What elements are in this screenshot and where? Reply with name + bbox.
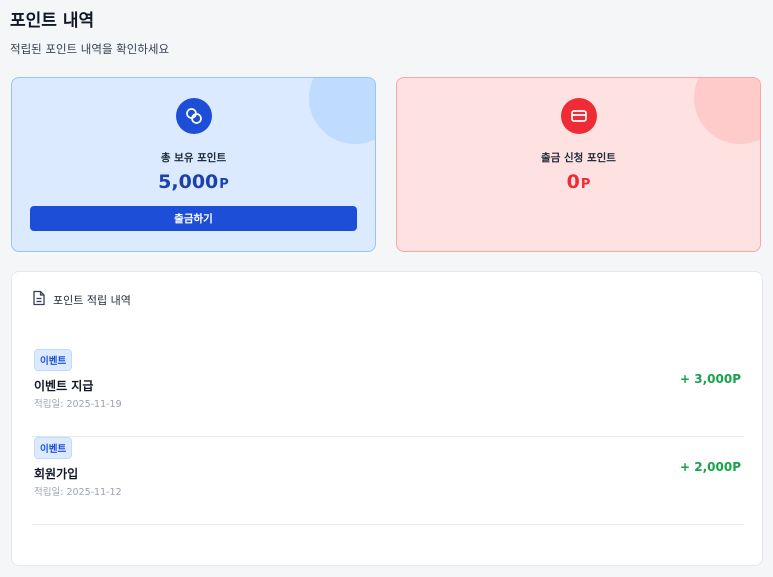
history-item-amount: + 3,000P [680,372,741,386]
credit-card-icon [560,98,597,134]
history-row: 이벤트 이벤트 지급 적립일: 2025-11-19 + 3,000P [32,349,743,437]
history-item-title: 이벤트 지급 [34,379,94,393]
total-points-unit: P [219,177,229,192]
withdraw-request-card: 출금 신청 포인트 0P [396,77,761,252]
category-badge: 이벤트 [34,437,73,459]
page-subtitle: 적립된 포인트 내역을 확인하세요 [10,42,170,56]
history-row: 이벤트 회원가입 적립일: 2025-11-12 + 2,000P [32,437,743,525]
withdraw-request-amount: 0P [397,171,760,193]
category-badge: 이벤트 [34,349,73,371]
history-item-title: 회원가입 [34,467,79,481]
withdraw-request-value: 0 [566,171,580,193]
history-title: 포인트 적립 내역 [53,294,131,307]
history-header: 포인트 적립 내역 [32,290,131,310]
history-item-amount: + 2,000P [680,460,741,474]
total-points-value: 5,000 [158,171,219,193]
decorative-circle [309,78,375,144]
page-title: 포인트 내역 [10,11,95,31]
total-points-card: 총 보유 포인트 5,000P 출금하기 [11,77,376,252]
history-item-date: 적립일: 2025-11-19 [34,399,122,410]
history-item-date: 적립일: 2025-11-12 [34,487,122,498]
document-icon [32,290,46,310]
withdraw-request-label: 출금 신청 포인트 [541,152,616,164]
withdraw-request-unit: P [580,177,591,192]
points-history-panel: 포인트 적립 내역 이벤트 이벤트 지급 적립일: 2025-11-19 + 3… [11,271,763,566]
decorative-circle [694,78,760,144]
withdraw-button[interactable]: 출금하기 [30,206,357,231]
total-points-label: 총 보유 포인트 [160,152,227,164]
coins-icon [175,98,212,134]
total-points-amount: 5,000P [12,171,375,193]
